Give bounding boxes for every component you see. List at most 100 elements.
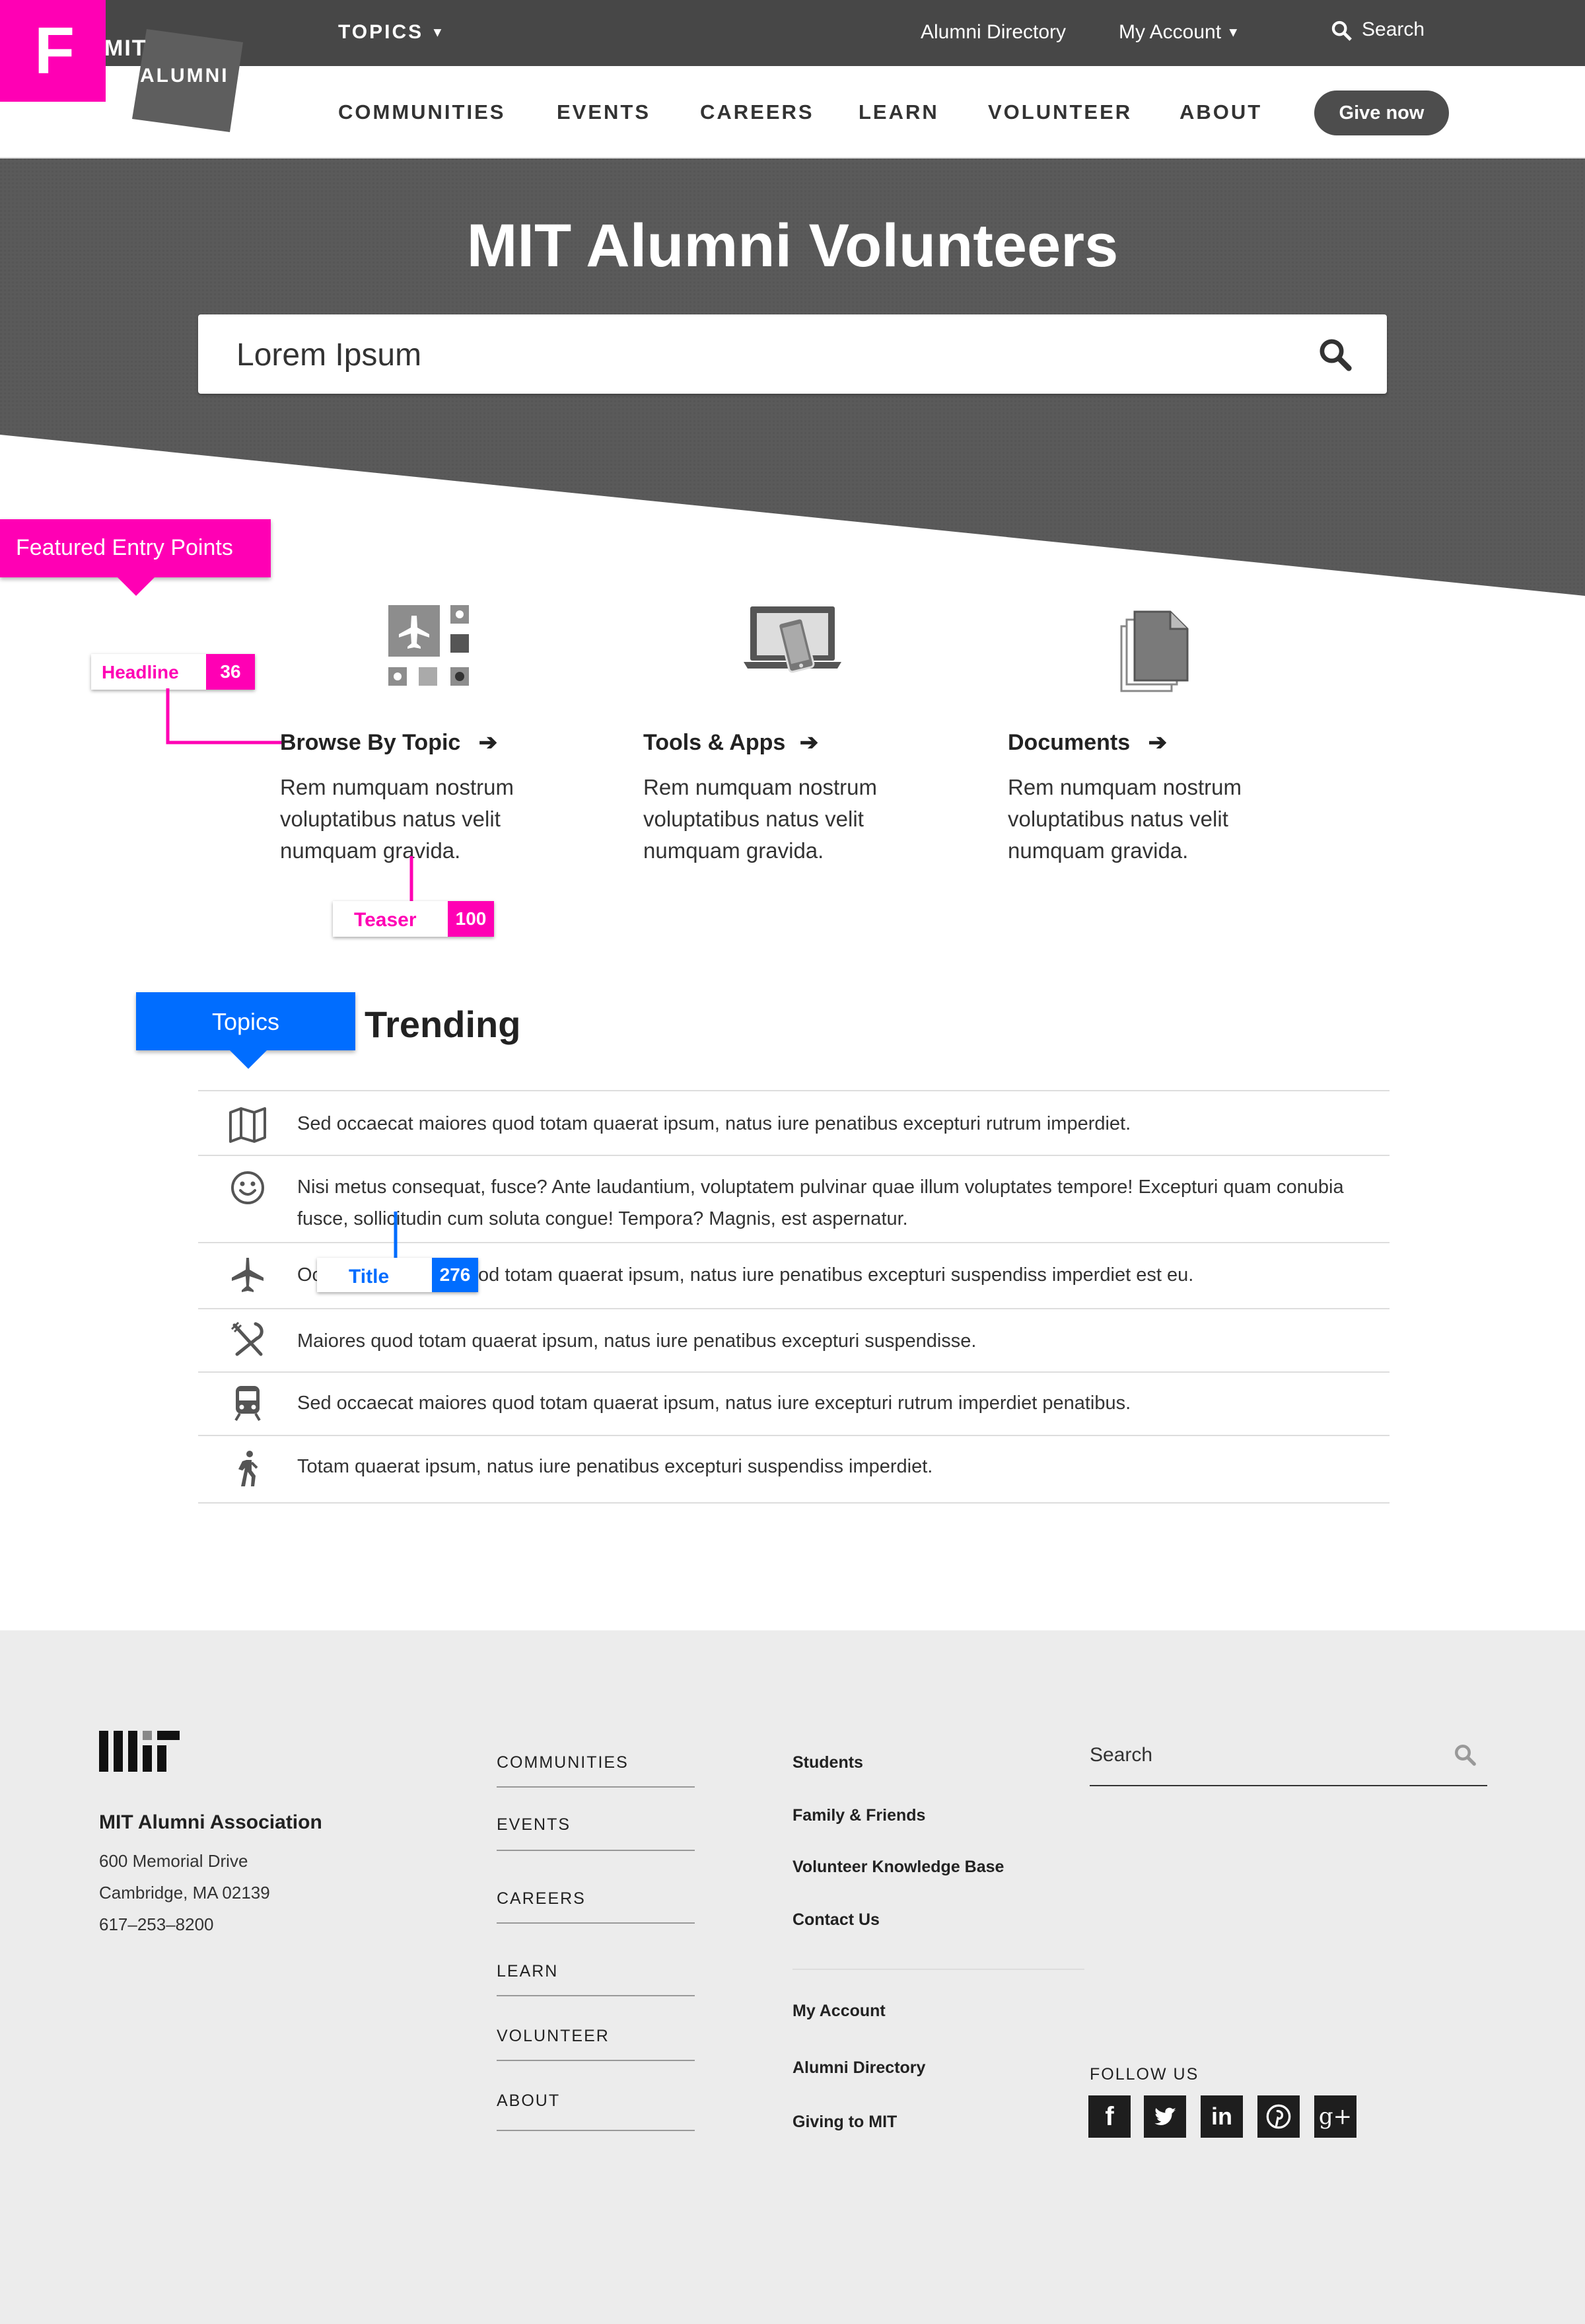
- twitter-icon[interactable]: [1144, 2095, 1186, 2138]
- train-icon: [234, 1386, 261, 1422]
- page-badge: F: [0, 0, 106, 102]
- divider: [497, 1850, 695, 1851]
- map-icon: [229, 1107, 266, 1143]
- footer-link-communities[interactable]: COMMUNITIES: [497, 1753, 629, 1772]
- topics-menu[interactable]: TOPICS ▼: [338, 21, 446, 44]
- search-icon[interactable]: [1453, 1743, 1477, 1766]
- annotation-connector-teaser: [409, 856, 413, 902]
- annotation-teaser: Teaser 100: [333, 901, 494, 937]
- facebook-icon[interactable]: f: [1088, 2095, 1131, 2138]
- feature-teaser: Rem numquam nostrum voluptatibus natus v…: [1008, 775, 1242, 863]
- nav-volunteer[interactable]: VOLUNTEER: [988, 100, 1132, 124]
- annotation-pointer: [229, 1049, 268, 1069]
- footer-link-giving[interactable]: Giving to MIT: [792, 2113, 897, 2132]
- annotation-teaser-label: Teaser: [354, 909, 417, 931]
- trending-item[interactable]: Sed occaecat maiores quod totam quaerat …: [297, 1108, 1367, 1140]
- footer-link-volunteer[interactable]: VOLUNTEER: [497, 2027, 610, 2046]
- page-title: MIT Alumni Volunteers: [466, 212, 1119, 279]
- annotation-title-label: Title: [349, 1266, 390, 1288]
- annotation-headline-label: Headline: [102, 662, 179, 682]
- footer-link-my-account[interactable]: My Account: [792, 2002, 886, 2021]
- logo[interactable]: MIT ALUMNI: [99, 29, 243, 132]
- nav-learn[interactable]: LEARN: [859, 100, 939, 124]
- annotation-featured: Featured Entry Points: [0, 519, 271, 577]
- feature-title-tools-apps[interactable]: Tools & Apps ➔: [643, 729, 818, 756]
- pinterest-icon[interactable]: [1257, 2095, 1300, 2138]
- footer-link-family-friends[interactable]: Family & Friends: [792, 1806, 925, 1825]
- footer-link-contact-us[interactable]: Contact Us: [792, 1910, 880, 1930]
- search-icon: [1331, 20, 1352, 41]
- search-icon[interactable]: [1317, 336, 1353, 372]
- feature-title-text: Tools & Apps: [643, 730, 786, 755]
- divider: [497, 1786, 695, 1788]
- logo-text-mit: MIT: [104, 36, 147, 61]
- annotation-topics: Topics: [136, 992, 355, 1050]
- feature-title-documents[interactable]: Documents ➔: [1008, 729, 1167, 756]
- arrow-right-icon: ➔: [799, 730, 819, 755]
- footer-link-events[interactable]: EVENTS: [497, 1815, 571, 1834]
- my-account-menu[interactable]: My Account ▼: [1119, 21, 1240, 44]
- footer-phone: 617–253–8200: [99, 1914, 214, 1934]
- annotation-featured-label: Featured Entry Points: [16, 535, 233, 560]
- nav-careers[interactable]: CAREERS: [700, 100, 814, 124]
- walking-icon: [238, 1451, 258, 1486]
- annotation-teaser-count: 100: [448, 901, 494, 937]
- divider: [792, 1969, 1084, 1970]
- footer-search-input[interactable]: Search: [1090, 1741, 1487, 1786]
- nav-communities[interactable]: COMMUNITIES: [338, 100, 505, 124]
- footer-link-learn[interactable]: LEARN: [497, 1962, 558, 1981]
- topic-grid-icon: [388, 605, 469, 686]
- give-now-button[interactable]: Give now: [1314, 91, 1449, 135]
- trending-item[interactable]: Totam quaerat ipsum, natus iure penatibu…: [297, 1451, 1367, 1482]
- google-plus-icon[interactable]: g+: [1314, 2095, 1356, 2138]
- footer-search-placeholder: Search: [1090, 1744, 1153, 1766]
- footer-link-volunteer-kb[interactable]: Volunteer Knowledge Base: [792, 1858, 1004, 1877]
- annotation-pointer: [116, 576, 156, 596]
- nav-about[interactable]: ABOUT: [1180, 100, 1262, 124]
- arrow-right-icon: ➔: [1148, 730, 1168, 755]
- annotation-title: Title 276: [317, 1258, 478, 1292]
- footer-link-alumni-directory[interactable]: Alumni Directory: [792, 2058, 925, 2078]
- divider: [497, 2130, 695, 2131]
- nav-events[interactable]: EVENTS: [557, 100, 651, 124]
- footer-org-name: MIT Alumni Association: [99, 1811, 322, 1833]
- my-account-label: My Account: [1119, 21, 1222, 43]
- linkedin-icon[interactable]: in: [1201, 2095, 1243, 2138]
- footer: [0, 1630, 1585, 2324]
- mit-logo[interactable]: [99, 1731, 180, 1772]
- search-label: Search: [1362, 18, 1425, 40]
- topics-label: TOPICS: [338, 21, 424, 43]
- trending-heading: Trending: [365, 1003, 521, 1045]
- feature-teaser: Rem numquam nostrum voluptatibus natus v…: [280, 775, 514, 863]
- search-link[interactable]: Search: [1330, 18, 1425, 42]
- footer-link-students[interactable]: Students: [792, 1753, 863, 1772]
- caret-down-icon: ▼: [431, 25, 446, 40]
- feature-title-text: Browse By Topic: [280, 730, 461, 755]
- feature-title-browse-by-topic[interactable]: Browse By Topic ➔: [280, 729, 497, 756]
- devices-icon: [744, 606, 841, 673]
- annotation-connector-title: [394, 1212, 398, 1259]
- footer-address-line2: Cambridge, MA 02139: [99, 1883, 270, 1903]
- trending-item[interactable]: Sed occaecat maiores quod totam quaerat …: [297, 1387, 1367, 1419]
- annotation-topics-label: Topics: [211, 1008, 280, 1035]
- smiley-icon: [231, 1171, 264, 1204]
- annotation-connector-headline: [166, 688, 284, 744]
- arrow-right-icon: ➔: [478, 730, 498, 755]
- alumni-directory-link[interactable]: Alumni Directory: [921, 21, 1066, 44]
- trending-item[interactable]: Nisi metus consequat, fusce? Ante laudan…: [297, 1171, 1367, 1235]
- divider: [497, 1995, 695, 1996]
- divider: [497, 2060, 695, 2061]
- follow-us-label: FOLLOW US: [1090, 2065, 1199, 2084]
- footer-link-careers[interactable]: CAREERS: [497, 1889, 586, 1908]
- trending-item[interactable]: Maiores quod totam quaerat ipsum, natus …: [297, 1325, 1367, 1357]
- search-value: Lorem Ipsum: [236, 338, 422, 373]
- utensils-icon: [230, 1321, 264, 1356]
- logo-text-alumni: ALUMNI: [140, 65, 229, 87]
- caret-down-icon: ▼: [1226, 25, 1240, 40]
- annotation-title-count: 276: [432, 1258, 478, 1292]
- hero-search-input[interactable]: Lorem Ipsum: [198, 314, 1387, 394]
- footer-link-about[interactable]: ABOUT: [497, 2091, 560, 2111]
- annotation-headline-count: 36: [206, 654, 255, 690]
- footer-address-line1: 600 Memorial Drive: [99, 1851, 248, 1871]
- page-badge-letter: F: [34, 14, 75, 88]
